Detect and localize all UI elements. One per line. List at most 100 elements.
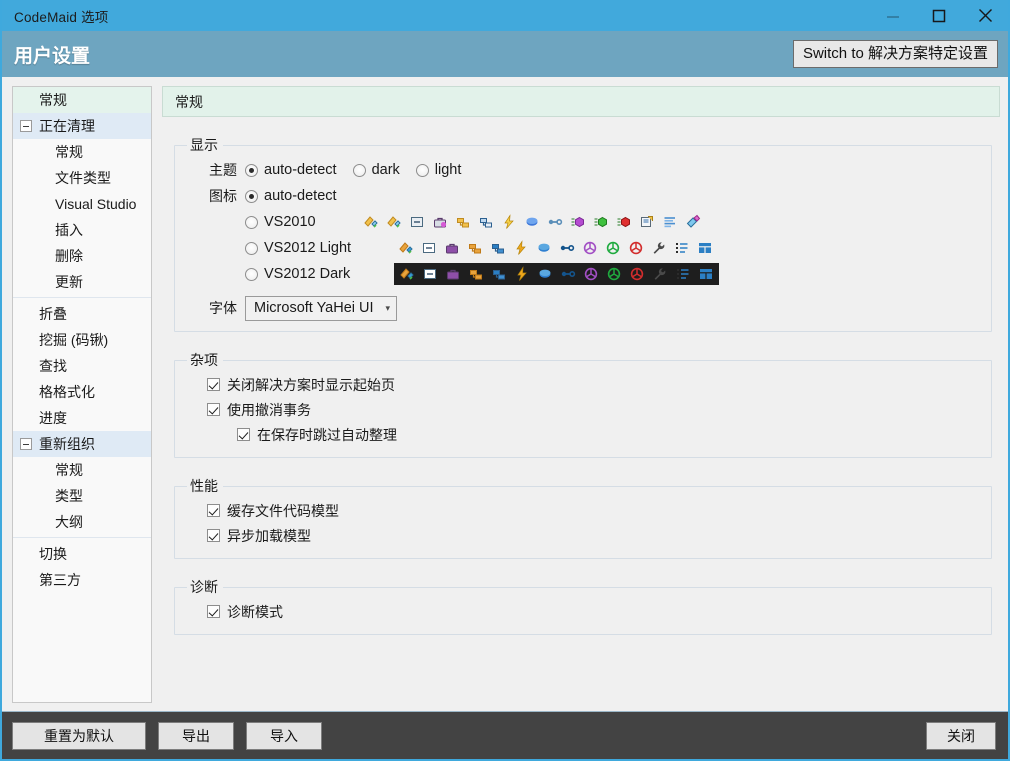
find-in-files-icon [475, 212, 497, 232]
theme-radio-dark[interactable]: dark [352, 162, 400, 178]
window-controls [870, 0, 1008, 31]
sidebar-item[interactable]: 类型 [13, 483, 151, 509]
options-tree[interactable]: 常规 正在清理 常规 文件类型 Visual Studio 插入 删除 更新 折叠 挖掘 (码锹)… [12, 86, 152, 703]
sidebar-item-label: 大纲 [55, 514, 83, 530]
sort-members-green-icon [603, 264, 625, 284]
settings-wrench-icon [636, 212, 658, 232]
cleanup-broom-icon [396, 264, 418, 284]
diagnostics-group: 诊断 诊断模式 [174, 577, 992, 635]
page-header-band: 用户设置 Switch to 解决方案特定设置 [2, 31, 1008, 77]
sidebar-item[interactable]: 折叠 [13, 301, 151, 327]
checkbox-label: 缓存文件代码模型 [227, 502, 339, 519]
comment-format-icon [418, 238, 440, 258]
sidebar-item[interactable]: 常规 [13, 87, 151, 113]
tree-expander-collapse-icon[interactable] [20, 438, 32, 450]
sidebar-item[interactable]: 常规 [13, 457, 151, 483]
sidebar-item-label: 删除 [55, 248, 83, 264]
tree-separator [13, 297, 151, 298]
sidebar-item[interactable]: 挖掘 (码锹) [13, 327, 151, 353]
join-lines-icon [557, 264, 579, 284]
close-dialog-button[interactable]: 关闭 [926, 721, 996, 750]
icons-radio-auto-detect[interactable]: auto-detect [245, 188, 337, 204]
checkbox-row: 关闭解决方案时显示起始页 [185, 372, 981, 397]
switch-to-solution-settings-button[interactable]: Switch to 解决方案特定设置 [792, 39, 998, 69]
minimize-button[interactable] [870, 0, 916, 31]
performance-group: 性能 缓存文件代码模型异步加载模型 [174, 476, 992, 559]
icons-radio-vs2012-light[interactable]: VS2012 Light [245, 240, 351, 256]
misc-group: 杂项 关闭解决方案时显示起始页 使用撤消事务 在保存时跳过自动整理 [174, 350, 992, 458]
settings-wrench-icon [649, 264, 671, 284]
sidebar-item[interactable]: 文件类型 [13, 165, 151, 191]
theme-radio-auto-detect[interactable]: auto-detect [245, 162, 337, 178]
sidebar-item-label: 查找 [39, 358, 67, 374]
title-bar: CodeMaid 选项 [2, 0, 1008, 31]
sort-members-red-icon [625, 238, 647, 258]
sidebar-item[interactable]: Visual Studio [13, 191, 151, 217]
sidebar-item[interactable]: 删除 [13, 243, 151, 269]
checkbox[interactable]: 使用撤消事务 [207, 400, 311, 420]
close-button[interactable] [962, 0, 1008, 31]
sidebar-item[interactable]: 查找 [13, 353, 151, 379]
tree-expander-collapse-icon[interactable] [20, 120, 32, 132]
checkbox-row: 缓存文件代码模型 [185, 498, 981, 523]
collapse-nodes-icon [464, 238, 486, 258]
checkbox[interactable]: 诊断模式 [207, 602, 283, 622]
sidebar-item[interactable]: 插入 [13, 217, 151, 243]
reorganize-list-icon [672, 264, 694, 284]
join-lines-icon [556, 238, 578, 258]
sidebar-item-label: 折叠 [39, 306, 67, 322]
tree-separator [13, 537, 151, 538]
sidebar-item[interactable]: 正在清理 [13, 113, 151, 139]
checkbox-label: 关闭解决方案时显示起始页 [227, 376, 395, 393]
icons-radio-vs2012-dark[interactable]: VS2012 Dark [245, 266, 350, 282]
reset-to-defaults-button[interactable]: 重置为默认 [12, 721, 146, 750]
font-select-value: Microsoft YaHei UI [254, 300, 374, 316]
display-group-legend: 显示 [190, 137, 218, 153]
sidebar-item-label: 类型 [55, 488, 83, 504]
sidebar-item[interactable]: 更新 [13, 269, 151, 295]
icons-row-vs2012-light: VS2012 Light [185, 235, 981, 261]
icons-option-label: VS2012 Dark [264, 266, 351, 282]
icons-radio-vs2010[interactable]: VS2010 [245, 214, 316, 230]
dialog-footer: 重置为默认 导出 导入 关闭 [2, 711, 1008, 759]
font-row: 字体 Microsoft YaHei UI ▾ [185, 295, 981, 321]
checkmark-icon [207, 504, 220, 517]
checkbox[interactable]: 异步加载模型 [207, 526, 311, 546]
radio-dot-icon [352, 163, 366, 177]
checkbox[interactable]: 缓存文件代码模型 [207, 501, 339, 521]
radio-dot-icon [415, 163, 429, 177]
checkbox-row: 在保存时跳过自动整理 [185, 422, 981, 447]
collapse-nodes-icon [452, 212, 474, 232]
sidebar-item-label: 格格式化 [39, 384, 95, 400]
sidebar-item-label: 常规 [55, 144, 83, 160]
theme-option-label: dark [371, 162, 400, 178]
sidebar-item[interactable]: 第三方 [13, 567, 151, 593]
options-pane: 常规 显示 主题 auto-detect dark light 图标 auto-… [162, 86, 1000, 703]
theme-radio-light[interactable]: light [415, 162, 462, 178]
run-lightning-icon [498, 212, 520, 232]
radio-dot-icon [245, 215, 258, 229]
window-title: CodeMaid 选项 [14, 9, 109, 25]
find-in-files-icon [488, 264, 510, 284]
theme-option-label: light [434, 162, 462, 178]
sidebar-item[interactable]: 格格式化 [13, 379, 151, 405]
spade-layout-icon [695, 264, 717, 284]
sidebar-item[interactable]: 进度 [13, 405, 151, 431]
export-button[interactable]: 导出 [158, 721, 234, 750]
sidebar-item-label: 常规 [39, 92, 67, 108]
digging-spade-icon [441, 238, 463, 258]
sidebar-item[interactable]: 重新组织 [13, 431, 151, 457]
sidebar-item[interactable]: 切换 [13, 541, 151, 567]
sidebar-item[interactable]: 大纲 [13, 509, 151, 535]
reorganize-list-icon [659, 212, 681, 232]
performance-group-legend: 性能 [190, 478, 218, 494]
icons-row-vs2010: VS2010 [185, 209, 981, 235]
dialog-body: 常规 正在清理 常规 文件类型 Visual Studio 插入 删除 更新 折叠 挖掘 (码锹)… [2, 77, 1008, 713]
maximize-button[interactable] [916, 0, 962, 31]
import-button[interactable]: 导入 [246, 721, 322, 750]
font-select[interactable]: Microsoft YaHei UI ▾ [245, 295, 398, 321]
sidebar-item[interactable]: 常规 [13, 139, 151, 165]
radio-dot-icon [245, 189, 258, 203]
checkbox[interactable]: 在保存时跳过自动整理 [237, 425, 397, 445]
checkbox[interactable]: 关闭解决方案时显示起始页 [207, 375, 395, 395]
